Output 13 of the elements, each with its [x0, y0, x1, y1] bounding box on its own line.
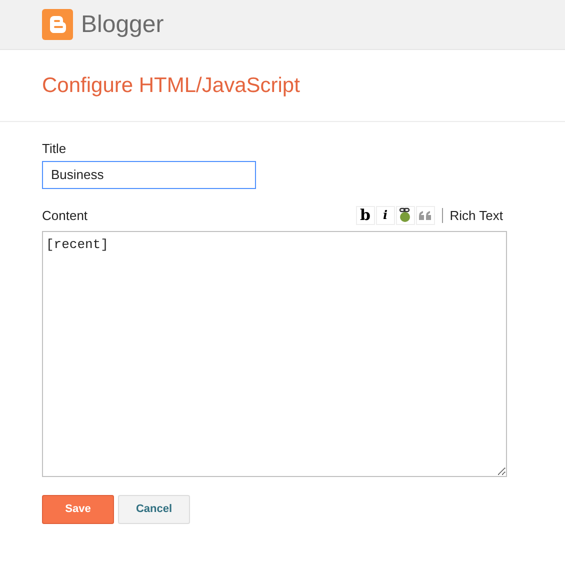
link-button[interactable]	[396, 206, 415, 225]
quote-icon	[419, 210, 432, 220]
blogger-logo-icon	[42, 9, 73, 40]
content-textarea[interactable]: [recent]	[42, 231, 507, 477]
field-label: Title	[42, 140, 68, 158]
page-title: Configure HTML/JavaScript	[42, 72, 300, 99]
italic-button[interactable]: i	[376, 206, 395, 225]
brand-name: Blogger	[81, 10, 164, 40]
cancel-button[interactable]: Cancel	[118, 495, 190, 524]
rich-text-link[interactable]: Rich Text	[450, 206, 503, 225]
field-label: Content	[42, 206, 88, 224]
bold-button[interactable]: b	[356, 206, 375, 225]
title-input[interactable]: Business	[42, 160, 256, 188]
